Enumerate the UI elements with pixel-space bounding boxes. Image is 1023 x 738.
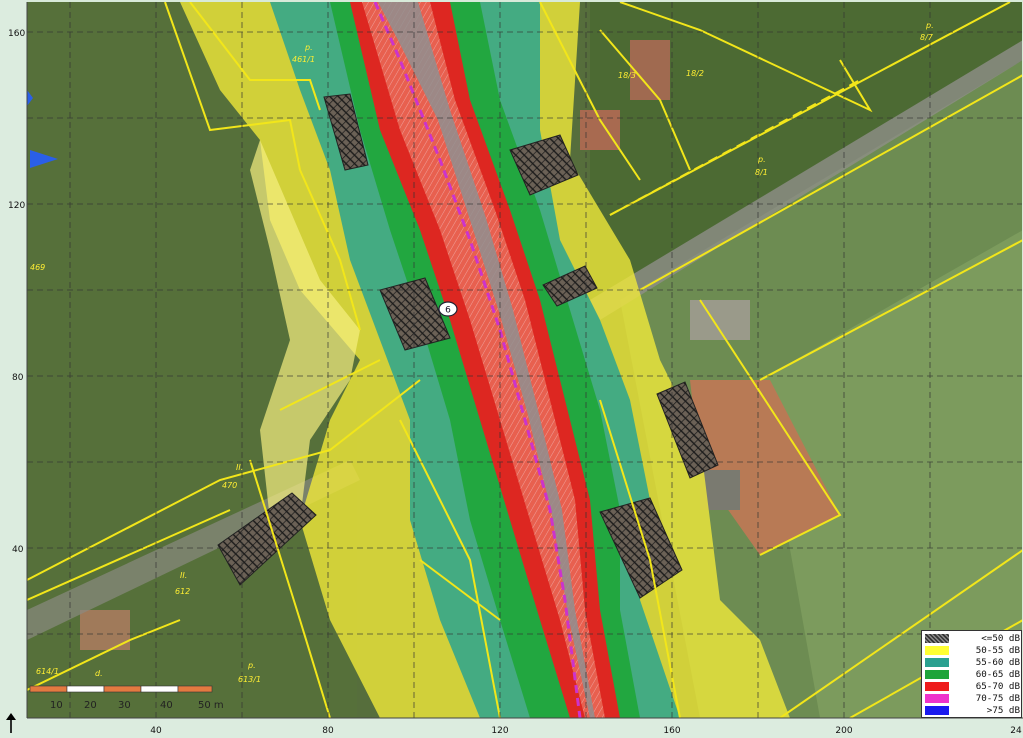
svg-text:40: 40 [160,700,173,711]
svg-text:18/3: 18/3 [618,71,636,80]
legend-item: <=50 dB [925,633,1020,644]
svg-text:20: 20 [84,700,97,711]
svg-text:612: 612 [175,587,190,596]
legend-swatch [925,706,949,715]
legend-swatch [925,682,949,691]
svg-text:160: 160 [8,29,25,39]
svg-text:160: 160 [663,726,680,736]
legend-swatch [925,658,949,667]
legend-swatch [925,646,949,655]
svg-text:469: 469 [30,263,45,272]
svg-text:10: 10 [50,700,63,711]
legend-item: 70-75 dB [925,693,1020,704]
road-marker-label: 6 [445,306,451,316]
legend-label: 60-65 dB [975,669,1020,680]
noise-map[interactable]: 6 p. 461/1 18/3 18/2 8/7 p. 8/1 p. 469 I… [0,0,1023,738]
svg-text:24: 24 [1010,726,1022,736]
svg-text:40: 40 [150,726,162,736]
svg-text:80: 80 [322,726,334,736]
legend-item: 55-60 dB [925,657,1020,668]
svg-text:461/1: 461/1 [292,55,315,64]
legend-label: >75 dB [986,705,1020,716]
svg-text:p.: p. [304,43,313,52]
svg-text:80: 80 [12,373,24,383]
legend-label: 70-75 dB [975,693,1020,704]
svg-text:30: 30 [118,700,131,711]
svg-text:200: 200 [835,726,852,736]
svg-text:8/7: 8/7 [920,33,934,42]
svg-text:613/1: 613/1 [238,675,261,684]
svg-text:120: 120 [491,726,508,736]
legend-label: 50-55 dB [975,645,1020,656]
y-axis-strip [0,0,27,738]
noise-legend: <=50 dB 50-55 dB 55-60 dB 60-65 dB 65-70… [921,630,1022,718]
legend-swatch-hatch [925,634,949,643]
legend-item: 50-55 dB [925,645,1020,656]
legend-label: 65-70 dB [975,681,1020,692]
svg-text:II.: II. [236,463,243,472]
svg-text:II.: II. [180,571,187,580]
svg-text:8/1: 8/1 [755,168,768,177]
svg-text:120: 120 [8,201,25,211]
legend-label: <=50 dB [981,633,1020,644]
svg-text:470: 470 [222,481,237,490]
svg-text:614/1: 614/1 [36,667,59,676]
north-arrow-icon [6,713,16,733]
legend-item: 60-65 dB [925,669,1020,680]
svg-text:p.: p. [925,21,934,30]
legend-swatch [925,694,949,703]
legend-item: >75 dB [925,705,1020,716]
svg-text:40: 40 [12,545,24,555]
svg-text:18/2: 18/2 [686,69,704,78]
legend-label: 55-60 dB [975,657,1020,668]
legend-item: 65-70 dB [925,681,1020,692]
svg-text:p.: p. [757,155,766,164]
svg-text:p.: p. [247,661,256,670]
svg-text:50 m: 50 m [198,700,224,711]
legend-swatch [925,670,949,679]
svg-text:d.: d. [95,669,103,678]
